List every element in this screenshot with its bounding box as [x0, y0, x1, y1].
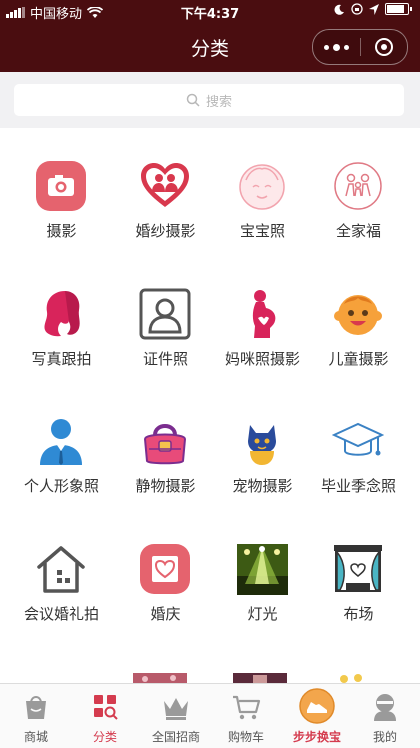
category-item-wedding-photography[interactable]: 婚纱摄影	[113, 128, 218, 240]
more-icon	[323, 43, 349, 51]
more-menu-button[interactable]	[313, 30, 360, 64]
house-icon	[37, 546, 85, 593]
kid-face-icon	[334, 295, 382, 335]
category-item-still-life[interactable]: 静物摄影	[113, 383, 218, 495]
row5-thumbnail	[133, 673, 187, 683]
status-bar: 中国移动 下午4:37	[0, 0, 420, 22]
category-label: 儿童摄影	[328, 350, 389, 368]
location-icon	[369, 3, 379, 15]
search-placeholder: 搜索	[205, 94, 232, 110]
category-label: 毕业季念照	[320, 477, 396, 495]
family-icon	[334, 162, 382, 210]
category-label: 妈咪照摄影	[224, 350, 300, 368]
search-icon	[186, 93, 200, 107]
row5-thumbnail	[330, 673, 384, 683]
search-bar: 搜索	[0, 72, 420, 128]
category-item-meeting-wedding[interactable]: 会议婚礼拍	[9, 511, 114, 623]
search-input[interactable]: 搜索	[14, 84, 404, 116]
stage-lighting-image	[237, 544, 288, 595]
category-item-maternity-photo[interactable]: 妈咪照摄影	[210, 256, 315, 368]
category-label: 写真跟拍	[31, 350, 92, 368]
user-icon	[374, 694, 396, 721]
close-mini-program-button[interactable]	[361, 30, 408, 64]
crown-icon	[164, 698, 188, 720]
category-item-family-photo[interactable]: 全家福	[306, 128, 411, 240]
heart-icon	[140, 544, 190, 594]
category-label: 个人形象照	[23, 477, 99, 495]
handbag-icon	[143, 424, 187, 465]
category-label: 布场	[343, 605, 374, 623]
business-person-icon	[40, 419, 82, 465]
category-item-portrait-follow[interactable]: 写真跟拍	[9, 256, 114, 368]
cart-icon	[233, 695, 261, 720]
battery-icon	[385, 3, 409, 15]
category-item-photography[interactable]: 摄影	[9, 128, 114, 240]
category-item-lighting[interactable]: 灯光	[210, 511, 315, 623]
category-label: 灯光	[247, 605, 278, 623]
close-circle-icon	[374, 38, 393, 56]
orientation-lock-icon	[351, 3, 363, 15]
mini-program-capsule	[312, 29, 408, 65]
category-item-venue-setup[interactable]: 布场	[306, 511, 411, 623]
row5-thumbnail	[233, 673, 287, 683]
category-item-kids-photography[interactable]: 儿童摄影	[306, 256, 411, 368]
pet-icon	[248, 425, 276, 465]
category-label: 宠物摄影	[232, 477, 293, 495]
tab-label: 我的	[372, 730, 397, 744]
category-label: 证件照	[142, 350, 188, 368]
category-grid-icon	[94, 695, 118, 720]
category-label: 全家福	[335, 222, 381, 240]
category-label: 静物摄影	[135, 477, 196, 495]
category-item-id-photo[interactable]: 证件照	[113, 256, 218, 368]
graduation-cap-icon	[332, 422, 384, 456]
tab-me[interactable]: 我的	[343, 684, 420, 748]
category-label: 摄影	[46, 222, 77, 240]
category-item-wedding-ceremony[interactable]: 婚庆	[113, 511, 218, 623]
couple-heart-icon	[141, 163, 189, 207]
category-label: 宝宝照	[239, 222, 285, 240]
woman-profile-icon	[44, 291, 80, 337]
shoe-icon	[299, 688, 335, 724]
id-photo-icon	[139, 288, 191, 340]
camera-icon	[36, 161, 86, 211]
category-label: 会议婚礼拍	[23, 605, 99, 623]
pregnant-woman-icon	[252, 290, 276, 338]
baby-face-icon	[239, 164, 285, 210]
moon-icon	[334, 4, 344, 15]
shopping-bag-icon	[26, 696, 46, 719]
category-item-baby-photo[interactable]: 宝宝照	[210, 128, 315, 240]
category-label: 婚纱摄影	[135, 222, 196, 240]
category-item-pet-photography[interactable]: 宠物摄影	[210, 383, 315, 495]
category-grid: 摄影 婚纱摄影 宝宝照 全家福 写真跟拍 证件照 妈咪照摄影 儿童摄影 个人形象…	[0, 128, 420, 683]
stage-curtain-icon	[334, 545, 382, 592]
category-item-graduation-photo[interactable]: 毕业季念照	[306, 383, 411, 495]
category-label: 婚庆	[150, 605, 181, 623]
nav-bar: 分类	[0, 22, 420, 72]
bottom-tab-bar: 商城 分类 全国招商 购物车 步步换宝 我的	[0, 683, 420, 748]
category-item-personal-image[interactable]: 个人形象照	[9, 383, 114, 495]
